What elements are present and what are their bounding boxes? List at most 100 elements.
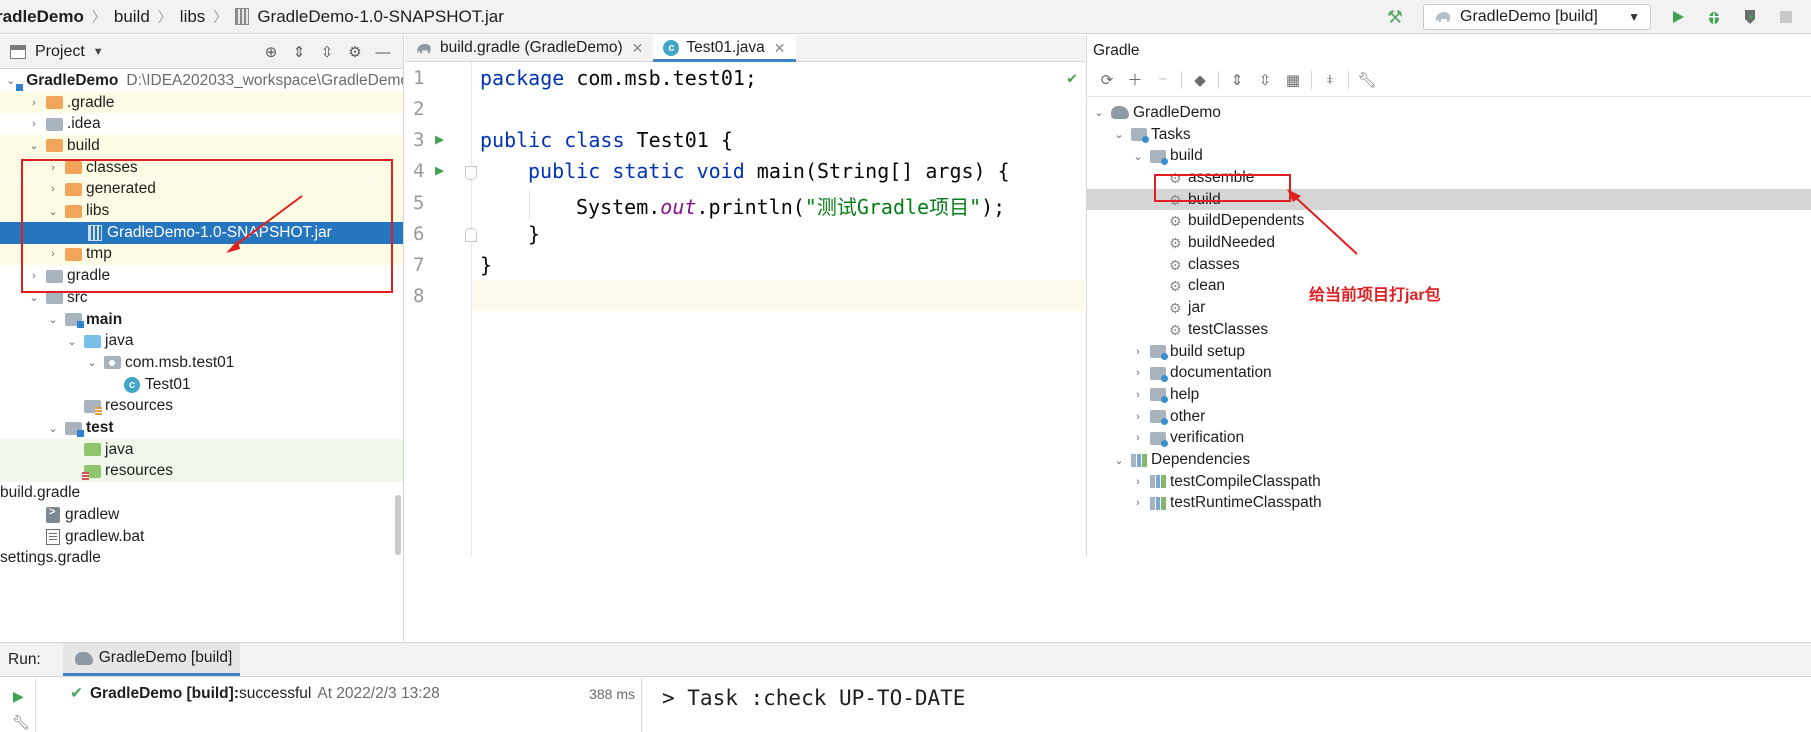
tree-item-label: gradlew <box>65 505 120 523</box>
wrench-icon[interactable]: 🔧︎ <box>12 714 30 731</box>
run-configuration-select[interactable]: GradleDemo [build] ▼ <box>1423 4 1651 30</box>
tree-item-label: gradlew.bat <box>65 527 145 545</box>
collapse-all-icon[interactable]: ⇳ <box>1251 71 1279 89</box>
tree-item-gradlew-bat[interactable]: gradlew.bat <box>0 526 403 548</box>
dependencies-icon <box>1150 496 1166 510</box>
code-text: main(String[] args) { <box>744 159 1010 183</box>
chevron-down-icon[interactable]: ⌄ <box>1111 454 1127 467</box>
tree-item-test-java[interactable]: java <box>0 438 403 461</box>
tree-item-label: resources <box>105 397 174 415</box>
fold-icon[interactable] <box>465 166 477 180</box>
chevron-right-icon[interactable]: › <box>1130 497 1146 509</box>
editor-tabs: build.gradle (GradleDemo) ✕ c Test01.jav… <box>405 35 1085 62</box>
group-modules-icon[interactable]: ▦ <box>1279 71 1307 89</box>
chevron-down-icon[interactable]: ▼ <box>93 46 104 58</box>
run-tab-label: GradleDemo [build] <box>98 649 233 666</box>
close-icon[interactable]: ✕ <box>632 40 644 57</box>
code-editor: build.gradle (GradleDemo) ✕ c Test01.jav… <box>405 35 1085 556</box>
tree-item-settings-gradle[interactable]: settings.gradle <box>0 547 403 569</box>
gradle-item-testruntimeclasspath[interactable]: › testRuntimeClasspath <box>1087 493 1811 515</box>
run-console[interactable]: > Task :check UP-TO-DATE <box>642 678 1811 732</box>
execute-task-icon[interactable]: ◆ <box>1186 71 1214 89</box>
gradle-item-label: other <box>1170 407 1206 425</box>
keyword: public static void <box>528 159 745 183</box>
breadcrumb-libs[interactable]: libs <box>180 7 206 27</box>
line-number: 4 <box>413 160 425 182</box>
run-gutter-icon[interactable]: ▶ <box>435 130 444 148</box>
resources-folder-icon <box>84 399 102 415</box>
line-number: 8 <box>413 285 425 307</box>
wrench-icon[interactable]: 🔧︎ <box>1353 71 1381 89</box>
chevron-down-icon[interactable]: ⌄ <box>45 422 61 435</box>
breadcrumb-project[interactable]: radleDemo <box>0 7 84 27</box>
breadcrumb-jar-label: GradleDemo-1.0-SNAPSHOT.jar <box>257 6 504 26</box>
run-tab-gradledemo-build[interactable]: GradleDemo [build] <box>62 643 241 676</box>
gradle-item-label: testCompileClasspath <box>1170 472 1321 490</box>
tree-item-label: java <box>105 440 134 458</box>
breadcrumb-build[interactable]: build <box>114 7 150 27</box>
breadcrumb-jar[interactable]: GradleDemo-1.0-SNAPSHOT.jar <box>235 7 504 27</box>
toggle-offline-icon[interactable]: ⧧ <box>1316 71 1344 88</box>
chevron-right-icon[interactable]: › <box>1130 411 1146 423</box>
tree-item-label: Test01 <box>145 375 191 393</box>
breadcrumb: radleDemo 〉 build 〉 libs 〉 GradleDemo-1.… <box>0 0 504 33</box>
run-result-item[interactable]: ✔ GradleDemo [build]: successful At 2022… <box>70 684 440 703</box>
stop-icon[interactable] <box>1775 6 1797 28</box>
tree-item-label: build.gradle <box>0 484 81 502</box>
fold-icon[interactable] <box>465 228 477 242</box>
tree-item-test01[interactable]: c Test01 <box>0 374 403 396</box>
current-line-highlight <box>405 280 1085 311</box>
run-result-tree: ✔ GradleDemo [build]: successful At 2022… <box>36 678 642 732</box>
gradle-item-dependencies[interactable]: ⌄ Dependencies <box>1087 449 1811 471</box>
project-scrollbar[interactable] <box>395 495 401 555</box>
chevron-right-icon[interactable]: › <box>1130 432 1146 444</box>
close-icon[interactable]: ✕ <box>774 40 786 57</box>
code-line-7: } <box>480 253 493 277</box>
gradle-item-verification[interactable]: › verification <box>1087 428 1811 450</box>
test-resources-folder-icon <box>82 464 101 480</box>
tree-item-label: resources <box>105 462 174 480</box>
check-icon: ✔ <box>70 685 83 702</box>
tree-item-main-resources[interactable]: resources <box>0 396 403 418</box>
chevron-right-icon: 〉 <box>91 8 106 25</box>
tree-item-label: test <box>86 419 114 437</box>
task-folder-icon <box>1150 410 1168 426</box>
locate-icon[interactable]: ⊕ <box>257 43 285 61</box>
keyword: public class <box>480 128 625 152</box>
chevron-right-icon[interactable]: › <box>1130 476 1146 488</box>
run-icon[interactable] <box>1667 6 1689 28</box>
module-folder-icon <box>65 421 84 437</box>
tab-test01-java[interactable]: c Test01.java ✕ <box>653 35 796 62</box>
task-folder-icon <box>1150 431 1168 447</box>
run-with-coverage-icon[interactable] <box>1739 6 1761 28</box>
gear-icon[interactable]: ⚙ <box>341 43 369 61</box>
project-panel-title[interactable]: Project <box>35 43 85 61</box>
code-area[interactable]: 1 2 3 4 5 6 7 8 ▶ ▶ package com.msb.test… <box>405 62 1085 556</box>
collapse-all-icon[interactable]: ⇳ <box>313 43 341 61</box>
gradle-item-other[interactable]: › other <box>1087 406 1811 428</box>
static-field: out <box>660 195 697 219</box>
debug-icon[interactable] <box>1703 6 1725 28</box>
remove-icon[interactable]: − <box>1149 71 1177 88</box>
rerun-icon[interactable]: ▶ <box>13 688 24 705</box>
run-gutter-icon[interactable]: ▶ <box>435 161 444 179</box>
run-result-time: At 2022/2/3 13:28 <box>317 684 440 702</box>
gradle-item-testcompileclasspath[interactable]: › testCompileClasspath <box>1087 471 1811 493</box>
add-icon[interactable]: ＋ <box>1121 69 1149 90</box>
expand-all-icon[interactable]: ⇕ <box>1223 71 1251 89</box>
tree-item-test-resources[interactable]: resources <box>0 460 403 483</box>
tree-item-gradlew[interactable]: gradlew <box>0 504 403 526</box>
expand-all-icon[interactable]: ⇕ <box>285 43 313 61</box>
refresh-icon[interactable]: ⟳ <box>1093 71 1121 89</box>
gradle-elephant-icon <box>1435 12 1451 22</box>
toolbar-separator <box>1218 70 1219 89</box>
tree-item-test[interactable]: ⌄ test <box>0 417 403 439</box>
inspection-ok-icon[interactable]: ✔ <box>1067 68 1077 87</box>
tree-item-build-gradle[interactable]: build.gradle <box>0 482 403 504</box>
minimize-icon[interactable]: — <box>369 44 397 61</box>
build-hammer-icon[interactable]: ⚒ <box>1385 7 1405 27</box>
navigation-bar: radleDemo 〉 build 〉 libs 〉 GradleDemo-1.… <box>0 0 1811 34</box>
tab-build-gradle[interactable]: build.gradle (GradleDemo) ✕ <box>405 35 653 61</box>
code-text: ); <box>981 195 1006 219</box>
code-line-6: } <box>528 222 541 246</box>
